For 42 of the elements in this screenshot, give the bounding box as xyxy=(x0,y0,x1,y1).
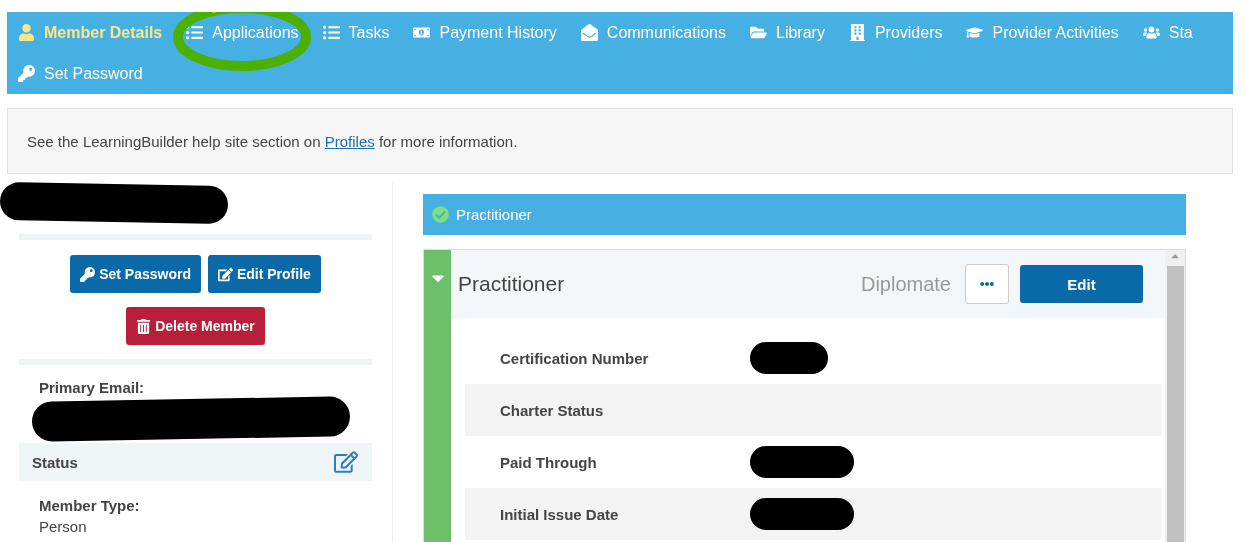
level-label: Diplomate xyxy=(860,272,951,296)
card-title: Practitioner xyxy=(458,272,566,296)
nav-link[interactable]: Set Password xyxy=(18,64,143,83)
row-label: Initial Issue Date xyxy=(499,505,620,523)
nav-link[interactable]: Payment History xyxy=(413,23,557,42)
field-label: Member Type: xyxy=(38,497,141,514)
nav-link[interactable]: Tasks xyxy=(322,23,390,42)
set-password-button[interactable]: Set Password xyxy=(70,255,201,293)
key-icon xyxy=(18,65,35,82)
list-icon xyxy=(186,24,204,41)
row-label: Paid Through xyxy=(499,453,598,471)
more-button[interactable] xyxy=(965,264,1009,304)
nav-link[interactable]: Library xyxy=(750,23,825,42)
nav-link[interactable]: Providers xyxy=(848,23,943,42)
envelope-icon xyxy=(580,24,598,41)
people-icon xyxy=(1142,24,1160,41)
graduation-cap-icon xyxy=(966,24,984,41)
nav-link[interactable]: Member Details xyxy=(18,23,163,42)
row-label: Charter Status xyxy=(499,401,605,419)
banknote-icon xyxy=(413,24,431,41)
building-icon xyxy=(848,24,866,41)
folder-icon xyxy=(750,24,767,41)
nav-link[interactable]: Communications xyxy=(580,23,726,42)
scrollbar[interactable] xyxy=(1165,250,1185,542)
field-value: Person xyxy=(38,518,88,535)
profiles-link[interactable]: Profiles xyxy=(324,132,375,150)
trash-icon xyxy=(136,318,152,334)
edit-icon[interactable] xyxy=(334,450,358,474)
list-icon xyxy=(322,24,340,41)
field-label: Primary Email: xyxy=(38,379,146,396)
row-label: Certification Number xyxy=(499,349,650,367)
nav-link[interactable]: Sta xyxy=(1142,23,1193,42)
nav-link[interactable]: Provider Activities xyxy=(966,23,1119,42)
person-icon xyxy=(18,24,35,41)
key-icon xyxy=(80,266,96,282)
banner-title: Practitioner xyxy=(456,206,532,223)
help-text: See the LearningBuilder help site section on Profiles for more information. xyxy=(27,132,518,150)
delete-member-button[interactable]: Delete Member xyxy=(126,307,265,345)
edit-icon xyxy=(217,266,233,282)
edit-button[interactable]: Edit xyxy=(1020,265,1143,303)
edit-profile-button[interactable]: Edit Profile xyxy=(207,255,321,293)
section-title: Status xyxy=(32,453,78,471)
